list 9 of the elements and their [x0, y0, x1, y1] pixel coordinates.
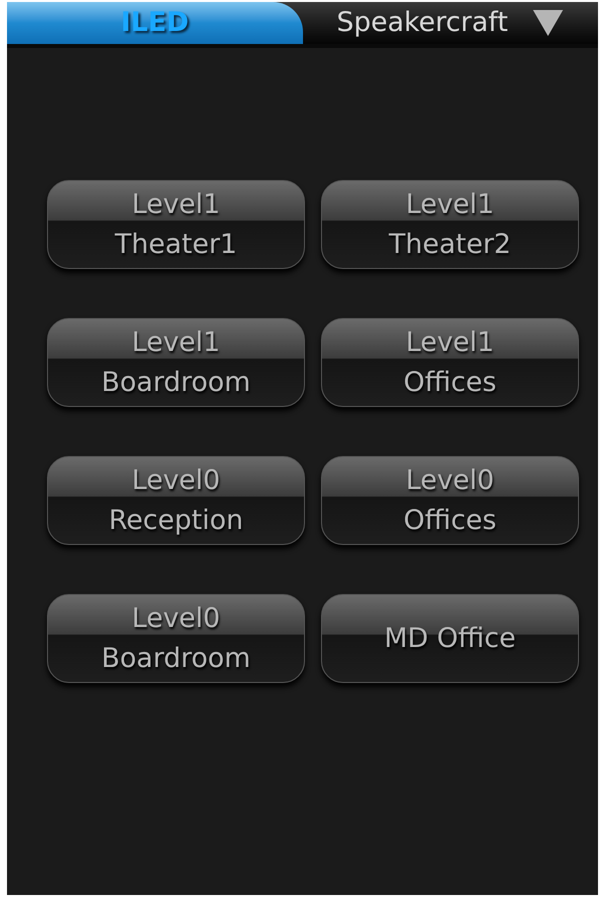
room-button[interactable]: Level1 Offices	[321, 318, 579, 407]
room-button[interactable]: MD Office	[321, 594, 579, 683]
room-button[interactable]: Level1 Theater1	[47, 180, 305, 269]
room-button[interactable]: Level0 Offices	[321, 456, 579, 545]
room-button[interactable]: Level1 Theater2	[321, 180, 579, 269]
room-button[interactable]: Level1 Boardroom	[47, 318, 305, 407]
room-button[interactable]: Level0 Boardroom	[47, 594, 305, 683]
room-button[interactable]: Level0 Reception	[47, 456, 305, 545]
tab[interactable]: Speakercraft	[302, 2, 598, 44]
